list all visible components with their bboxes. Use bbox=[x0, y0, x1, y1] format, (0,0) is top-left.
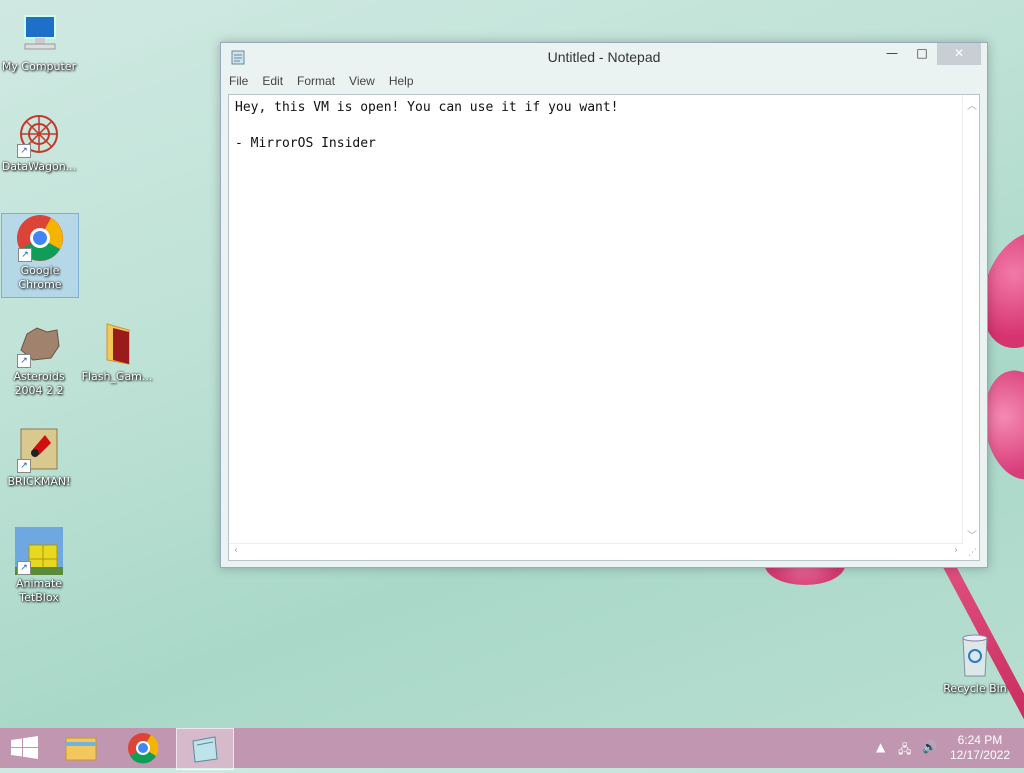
folder-icon bbox=[93, 320, 141, 368]
windows-logo-icon bbox=[11, 736, 38, 759]
text-editor[interactable]: Hey, this VM is open! You can use it if … bbox=[228, 94, 980, 561]
taskbar: ▲ 🖧 🔊 6:24 PM 12/17/2022 bbox=[0, 728, 1024, 770]
desktop-icon-asteroids[interactable]: ↗ Asteroids 2004 2.2 bbox=[1, 320, 77, 398]
desktop-icon-brickman[interactable]: ↗ BRICKMAN! bbox=[1, 425, 77, 489]
window-title: Untitled - Notepad bbox=[547, 49, 661, 65]
desktop-icon-datawagon[interactable]: ↗ DataWagon... bbox=[1, 110, 77, 174]
computer-icon bbox=[15, 10, 63, 58]
scroll-right-icon[interactable]: › bbox=[954, 545, 958, 556]
datawagon-icon: ↗ bbox=[15, 110, 63, 158]
menu-edit[interactable]: Edit bbox=[254, 71, 289, 88]
shortcut-arrow-icon: ↗ bbox=[17, 354, 31, 368]
recycle-bin-icon bbox=[951, 632, 999, 680]
menu-help[interactable]: Help bbox=[381, 71, 420, 88]
desktop-icon-label: Recycle Bin bbox=[943, 682, 1007, 695]
network-icon[interactable]: 🖧 bbox=[898, 740, 911, 761]
scroll-down-icon[interactable]: ﹀ bbox=[967, 527, 977, 542]
folder-icon bbox=[65, 737, 97, 761]
taskbar-file-explorer[interactable] bbox=[54, 728, 108, 768]
desktop-icon-label: Animate TetBlox bbox=[15, 577, 63, 604]
resize-grip-icon[interactable]: ⋰ bbox=[968, 548, 977, 558]
rocket-icon: ↗ bbox=[15, 425, 63, 473]
desktop-icon-my-computer[interactable]: My Computer bbox=[1, 10, 77, 74]
maximize-button[interactable]: □ bbox=[909, 43, 935, 65]
menu-view[interactable]: View bbox=[341, 71, 381, 88]
shortcut-arrow-icon: ↗ bbox=[17, 459, 31, 473]
text-line: Hey, this VM is open! You can use it if … bbox=[235, 100, 619, 115]
shortcut-arrow-icon: ↗ bbox=[17, 144, 31, 158]
shortcut-arrow-icon: ↗ bbox=[18, 248, 32, 262]
text-line bbox=[235, 117, 619, 135]
title-bar[interactable]: Untitled - Notepad — □ ✕ bbox=[221, 43, 987, 71]
taskbar-chrome[interactable] bbox=[116, 728, 170, 768]
asteroid-icon: ↗ bbox=[15, 320, 63, 368]
volume-icon[interactable]: 🔊 bbox=[922, 740, 937, 754]
system-clock[interactable]: 6:24 PM 12/17/2022 bbox=[950, 733, 1010, 763]
notepad-window[interactable]: Untitled - Notepad — □ ✕ File Edit Format V… bbox=[220, 42, 988, 568]
vertical-scrollbar[interactable]: ︿ ﹀ bbox=[962, 95, 979, 544]
desktop-icon-tetblox[interactable]: ↗ Animate TetBlox bbox=[1, 527, 77, 605]
desktop-icon-flash-games[interactable]: Flash_Gam... bbox=[79, 320, 155, 384]
text-line: - MirrorOS Insider bbox=[235, 136, 376, 151]
desktop-icon-google-chrome[interactable]: ↗ Google Chrome bbox=[1, 213, 79, 298]
start-button[interactable] bbox=[0, 728, 54, 768]
desktop-icon-label: DataWagon... bbox=[1, 160, 77, 173]
chrome-icon bbox=[128, 733, 159, 764]
clock-date: 12/17/2022 bbox=[949, 748, 1010, 762]
menu-bar: File Edit Format View Help bbox=[221, 71, 987, 93]
desktop-icon-label: Google Chrome bbox=[18, 264, 62, 291]
clock-time: 6:24 PM bbox=[957, 733, 1003, 747]
close-button[interactable]: ✕ bbox=[937, 43, 981, 65]
desktop-icon-label: Flash_Gam... bbox=[81, 370, 153, 383]
tetblox-icon: ↗ bbox=[15, 527, 63, 575]
desktop-icon-label: BRICKMAN! bbox=[7, 475, 71, 488]
notepad-icon bbox=[192, 736, 218, 763]
chrome-icon: ↗ bbox=[16, 214, 64, 262]
menu-format[interactable]: Format bbox=[289, 71, 341, 88]
desktop-icon-label: My Computer bbox=[1, 60, 77, 73]
horizontal-scrollbar[interactable]: ‹ › bbox=[229, 543, 963, 560]
minimize-button[interactable]: — bbox=[879, 43, 905, 65]
document-text[interactable]: Hey, this VM is open! You can use it if … bbox=[235, 99, 619, 153]
show-hidden-icons-icon[interactable]: ▲ bbox=[876, 740, 885, 754]
menu-file[interactable]: File bbox=[221, 71, 254, 88]
desktop-icon-label: Asteroids 2004 2.2 bbox=[13, 370, 65, 397]
shortcut-arrow-icon: ↗ bbox=[17, 561, 31, 575]
taskbar-notepad[interactable] bbox=[176, 728, 234, 770]
scroll-up-icon[interactable]: ︿ bbox=[967, 97, 977, 112]
scroll-left-icon[interactable]: ‹ bbox=[234, 545, 238, 556]
desktop-icon-recycle-bin[interactable]: Recycle Bin bbox=[937, 632, 1013, 696]
